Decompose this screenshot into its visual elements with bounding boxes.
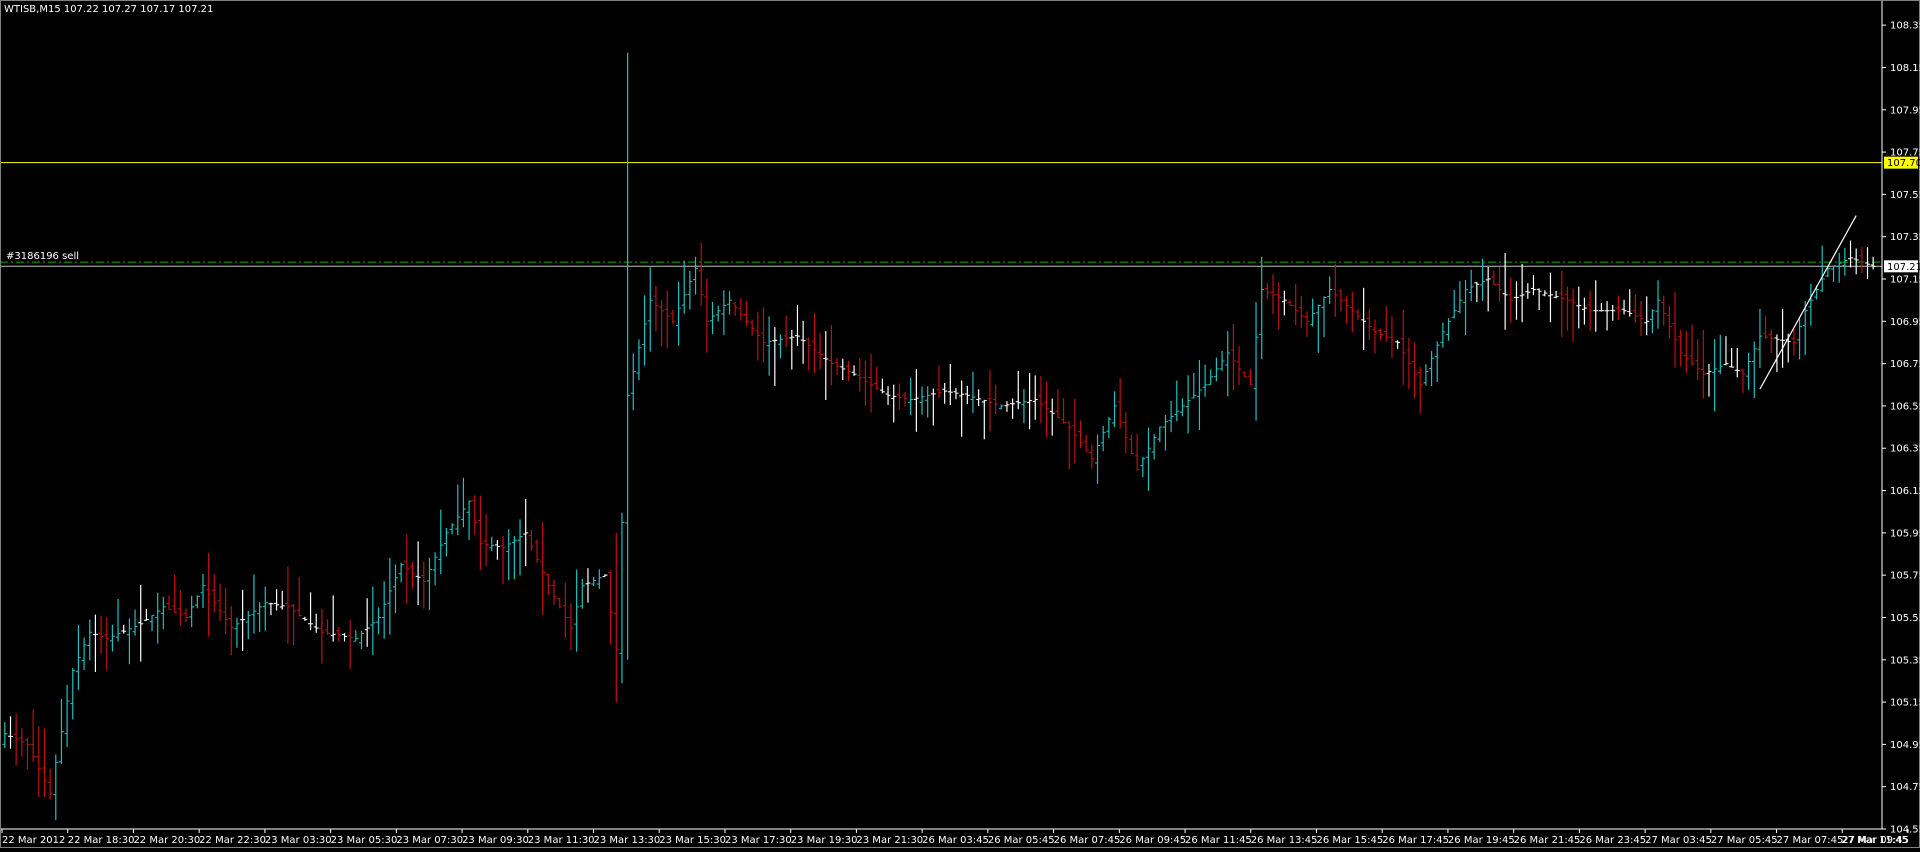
x-tick-label: 23 Mar 07:30 xyxy=(396,835,463,846)
x-tick-label: 23 Mar 13:30 xyxy=(594,835,661,846)
chart-container: #3186196 sell 108.35108.15107.95107.7510… xyxy=(0,0,1920,848)
x-tick-label: 26 Mar 03:45 xyxy=(922,835,989,846)
x-tick-label: 26 Mar 13:45 xyxy=(1251,835,1318,846)
x-tick-label: 23 Mar 15:30 xyxy=(659,835,726,846)
y-tick-label: 107.55 xyxy=(1890,190,1920,201)
x-tick-label: 26 Mar 07:45 xyxy=(1054,835,1121,846)
x-tick-label: 27 Mar 03:45 xyxy=(1645,835,1712,846)
y-tick-label: 106.15 xyxy=(1890,486,1920,497)
x-tick-label: 23 Mar 21:30 xyxy=(856,835,923,846)
price-flag: 107.70 xyxy=(1884,156,1920,169)
x-tick-label: 26 Mar 17:45 xyxy=(1382,835,1449,846)
y-tick-label: 106.35 xyxy=(1890,444,1920,455)
x-tick-label: 23 Mar 05:30 xyxy=(331,835,398,846)
x-tick-label: 27 Mar 11:45 xyxy=(1841,835,1908,846)
x-tick-label: 23 Mar 19:30 xyxy=(791,835,858,846)
y-tick-label: 105.35 xyxy=(1890,655,1920,666)
y-tick-label: 108.35 xyxy=(1890,21,1920,32)
x-tick-label: 26 Mar 21:45 xyxy=(1514,835,1581,846)
y-tick-label: 104.55 xyxy=(1890,825,1920,836)
x-tick-label: 26 Mar 15:45 xyxy=(1316,835,1383,846)
y-tick-label: 106.75 xyxy=(1890,359,1920,370)
y-tick-label: 108.15 xyxy=(1890,63,1920,74)
y-tick-label: 106.55 xyxy=(1890,401,1920,412)
x-tick-label: 27 Mar 07:45 xyxy=(1777,835,1844,846)
x-tick-label: 26 Mar 11:45 xyxy=(1185,835,1252,846)
y-tick-label: 105.75 xyxy=(1890,571,1920,582)
y-tick-label: 107.35 xyxy=(1890,232,1920,243)
x-tick-label: 22 Mar 18:30 xyxy=(68,835,135,846)
y-tick-label: 105.95 xyxy=(1890,528,1920,539)
y-tick-label: 104.75 xyxy=(1890,782,1920,793)
x-tick-label: 26 Mar 19:45 xyxy=(1448,835,1515,846)
x-tick-label: 26 Mar 23:45 xyxy=(1579,835,1646,846)
chart-title: WTISB,M15 107.22 107.27 107.17 107.21 xyxy=(4,4,213,15)
x-tick-label: 23 Mar 11:30 xyxy=(528,835,595,846)
y-tick-label: 106.95 xyxy=(1890,317,1920,328)
x-tick-label: 22 Mar 20:30 xyxy=(133,835,200,846)
y-tick-label: 105.15 xyxy=(1890,698,1920,709)
x-tick-label: 27 Mar 05:45 xyxy=(1711,835,1778,846)
ohlc-chart: #3186196 sell 108.35108.15107.95107.7510… xyxy=(0,0,1920,848)
y-tick-label: 107.15 xyxy=(1890,275,1920,286)
x-tick-label: 26 Mar 09:45 xyxy=(1119,835,1186,846)
x-tick-label: 23 Mar 17:30 xyxy=(725,835,792,846)
chart-background xyxy=(0,0,1920,848)
order-label: #3186196 sell xyxy=(6,251,79,262)
x-tick-label: 23 Mar 09:30 xyxy=(462,835,529,846)
y-tick-label: 104.95 xyxy=(1890,740,1920,751)
price-flag-label: 107.21 xyxy=(1887,262,1920,273)
x-tick-label: 22 Mar 22:30 xyxy=(199,835,266,846)
y-tick-label: 105.55 xyxy=(1890,613,1920,624)
price-flag: 107.21 xyxy=(1884,260,1920,273)
x-tick-label: 23 Mar 03:30 xyxy=(265,835,332,846)
price-flag-label: 107.70 xyxy=(1887,158,1920,169)
y-tick-label: 107.95 xyxy=(1890,105,1920,116)
x-tick-label: 26 Mar 05:45 xyxy=(988,835,1055,846)
x-tick-label: 22 Mar 2012 xyxy=(2,835,65,846)
